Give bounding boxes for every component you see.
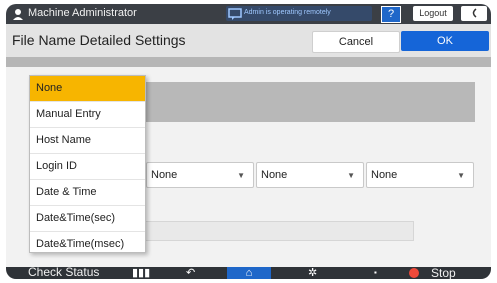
logout-button[interactable]: Logout <box>413 6 453 21</box>
undo-icon[interactable]: ↶ <box>186 267 195 279</box>
filename-part-select-2[interactable]: None ▼ <box>256 162 364 188</box>
select-value: None <box>261 169 288 181</box>
bottom-bar: Check Status ▮▮▮ ↶ ⌂ ✲ ▪ Stop <box>6 265 491 279</box>
ok-button[interactable]: OK <box>401 31 489 51</box>
menu-item-host-name[interactable]: Host Name <box>30 128 145 154</box>
filename-preview-panel <box>138 82 475 122</box>
user-label: Machine Administrator <box>28 7 137 19</box>
home-icon: ⌂ <box>245 267 253 279</box>
back-button[interactable] <box>461 6 487 21</box>
lock-icon[interactable]: ▪ <box>374 267 377 279</box>
stop-icon[interactable] <box>409 268 419 278</box>
select-value: None <box>151 169 178 181</box>
home-button[interactable]: ⌂ <box>227 267 271 279</box>
chevron-down-icon: ▼ <box>237 171 245 180</box>
menu-item-manual-entry[interactable]: Manual Entry <box>30 102 145 128</box>
help-button[interactable]: ? <box>381 6 401 23</box>
back-icon <box>472 8 477 18</box>
settings-gear-icon[interactable]: ✲ <box>308 267 317 279</box>
chevron-down-icon: ▼ <box>347 171 355 180</box>
menu-item-date-time-sec[interactable]: Date&Time(sec) <box>30 206 145 232</box>
filename-preview-field <box>138 221 414 241</box>
select-value: None <box>371 169 398 181</box>
stop-button[interactable]: Stop <box>431 266 456 279</box>
screen-frame: Machine Administrator Admin is operating… <box>6 4 491 279</box>
remote-message: Admin is operating remotely <box>244 9 331 16</box>
menu-item-none[interactable]: None <box>30 76 145 102</box>
menu-item-login-id[interactable]: Login ID <box>30 154 145 180</box>
filename-option-menu: None Manual Entry Host Name Login ID Dat… <box>29 75 146 253</box>
filename-part-select-1[interactable]: None ▼ <box>146 162 254 188</box>
filename-part-select-3[interactable]: None ▼ <box>366 162 474 188</box>
page-title: File Name Detailed Settings <box>12 32 186 48</box>
check-status-button[interactable]: Check Status <box>28 265 99 279</box>
top-status-bar: Machine Administrator Admin is operating… <box>6 4 491 24</box>
title-bar: File Name Detailed Settings Cancel OK <box>6 24 491 57</box>
menu-item-date-time[interactable]: Date & Time <box>30 180 145 206</box>
indicator-lights-icon[interactable]: ▮▮▮ <box>132 267 150 279</box>
user-icon <box>13 9 23 20</box>
menu-item-date-time-msec[interactable]: Date&Time(msec) <box>30 232 145 257</box>
header-band <box>6 57 491 67</box>
chevron-down-icon: ▼ <box>457 171 465 180</box>
cancel-button[interactable]: Cancel <box>312 31 400 53</box>
message-icon <box>228 8 242 20</box>
